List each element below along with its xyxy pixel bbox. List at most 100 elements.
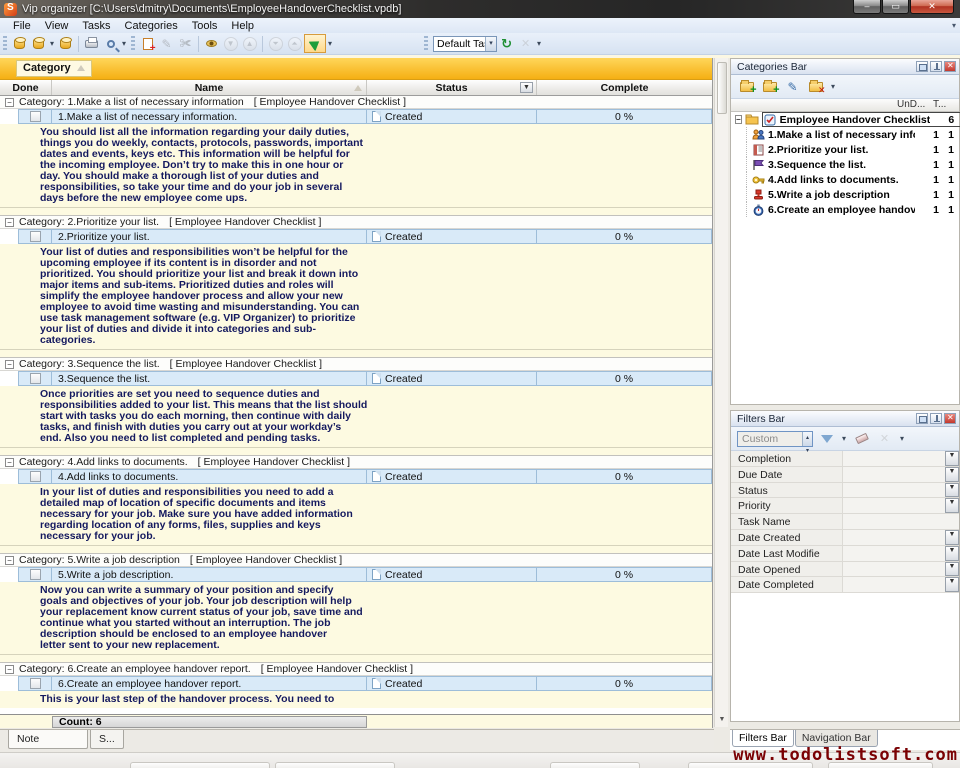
move-down-button[interactable]: ▼ — [221, 35, 240, 53]
show-completed-button[interactable] — [202, 35, 221, 53]
column-total[interactable]: T... — [933, 99, 959, 111]
new-category-button[interactable] — [737, 78, 756, 96]
filter-value[interactable] — [843, 483, 945, 498]
filter-value[interactable] — [843, 546, 945, 561]
view-dropdown-icon[interactable]: ▾ — [535, 39, 543, 48]
task-row[interactable]: 1.Make a list of necessary information. … — [0, 109, 712, 124]
filter-dropdown-icon[interactable]: ▼ — [945, 530, 959, 545]
categories-toolbar-dropdown-icon[interactable]: ▾ — [829, 82, 837, 91]
group-header[interactable]: − Category: 3.Sequence the list. [ Emplo… — [0, 358, 712, 371]
group-by-chip[interactable]: Category — [16, 60, 92, 77]
filters-toolbar-dropdown-icon[interactable]: ▾ — [898, 434, 906, 443]
group-header[interactable]: − Category: 4.Add links to documents. [ … — [0, 456, 712, 469]
menu-file[interactable]: File — [6, 20, 38, 32]
minimize-button[interactable]: – — [853, 0, 881, 14]
apply-filter-dropdown-icon[interactable]: ▾ — [840, 434, 848, 443]
filter-dropdown-icon[interactable]: ▼ — [945, 498, 959, 513]
menu-tools[interactable]: Tools — [185, 20, 225, 32]
toolbar-grip[interactable] — [3, 36, 7, 52]
collapse-icon[interactable]: − — [5, 556, 14, 565]
menu-view[interactable]: View — [38, 20, 76, 32]
filter-dropdown-icon[interactable]: ▼ — [945, 562, 959, 577]
task-view-combobox[interactable]: Default Task V ▾ — [433, 36, 497, 52]
move-top-button[interactable]: ⏶ — [285, 35, 304, 53]
panel-window-icon[interactable] — [916, 61, 928, 72]
tree-item-6[interactable]: 6.Create an employee handove 1 1 — [731, 202, 959, 217]
tree-item-2[interactable]: 2.Prioritize your list. 1 1 — [731, 142, 959, 157]
tree-item-5[interactable]: 5.Write a job description 1 1 — [731, 187, 959, 202]
tree-item-1[interactable]: 1.Make a list of necessary info 1 1 — [731, 127, 959, 142]
task-row[interactable]: 5.Write a job description. Created 0 % — [0, 567, 712, 582]
task-checkbox[interactable] — [30, 569, 41, 580]
filter-preset-combobox[interactable]: Custom ▴▾ — [737, 431, 813, 447]
edit-task-button[interactable]: ✎ — [157, 35, 176, 53]
group-header[interactable]: − Category: 5.Write a job description [ … — [0, 554, 712, 567]
edit-category-button[interactable]: ✎ — [783, 78, 802, 96]
new-subcategory-button[interactable] — [760, 78, 779, 96]
filter-value[interactable] — [843, 514, 959, 529]
maximize-button[interactable]: ▭ — [882, 0, 909, 14]
save-database-button[interactable] — [56, 35, 75, 53]
tree-item-root[interactable]: − Employee Handover Checklist 6 6 — [731, 112, 959, 127]
open-database-dropdown-icon[interactable]: ▾ — [48, 39, 56, 48]
move-up-button[interactable]: ▲ — [240, 35, 259, 53]
filter-dropdown-icon[interactable]: ▼ — [945, 467, 959, 482]
toolbar-grip[interactable] — [131, 36, 135, 52]
column-status[interactable]: Status▼ — [367, 80, 537, 95]
menu-help[interactable]: Help — [224, 20, 261, 32]
task-row[interactable]: 4.Add links to documents. Created 0 % — [0, 469, 712, 484]
delete-task-button[interactable]: ✀ — [176, 35, 195, 53]
panel-pin-icon[interactable] — [930, 61, 942, 72]
tree-item-3[interactable]: 3.Sequence the list. 1 1 — [731, 157, 959, 172]
tree-item-4[interactable]: 4.Add links to documents. 1 1 — [731, 172, 959, 187]
scrollbar-thumb[interactable] — [717, 62, 727, 114]
column-complete[interactable]: Complete — [537, 80, 712, 95]
print-dropdown-icon[interactable]: ▾ — [120, 39, 128, 48]
panel-close-icon[interactable] — [944, 61, 956, 72]
collapse-icon[interactable]: − — [5, 665, 14, 674]
toolbar-grip[interactable] — [424, 36, 428, 52]
panel-close-icon[interactable] — [944, 413, 956, 424]
status-filter-dropdown[interactable]: ▼ — [520, 82, 533, 93]
apply-filter-button[interactable] — [817, 430, 836, 448]
apply-view-button[interactable]: ↻ — [497, 35, 516, 53]
filter-value[interactable] — [843, 530, 945, 545]
menu-tasks[interactable]: Tasks — [75, 20, 117, 32]
group-header[interactable]: − Category: 6.Create an employee handove… — [0, 663, 712, 676]
group-header[interactable]: − Category: 1.Make a list of necessary i… — [0, 96, 712, 109]
filter-value[interactable] — [843, 451, 945, 466]
task-checkbox[interactable] — [30, 231, 41, 242]
filter-value[interactable] — [843, 577, 945, 592]
new-database-button[interactable] — [10, 35, 29, 53]
filter-value[interactable] — [843, 467, 945, 482]
column-name[interactable]: Name — [52, 80, 367, 95]
task-row[interactable]: 3.Sequence the list. Created 0 % — [0, 371, 712, 386]
task-checkbox[interactable] — [30, 678, 41, 689]
column-done[interactable]: Done — [0, 80, 52, 95]
move-bottom-button[interactable]: ⏷ — [266, 35, 285, 53]
menu-categories[interactable]: Categories — [118, 20, 185, 32]
collapse-icon[interactable]: − — [5, 98, 14, 107]
close-button[interactable]: ✕ — [910, 0, 954, 14]
panel-window-icon[interactable] — [916, 413, 928, 424]
filter-preset-spinner[interactable]: ▴▾ — [802, 432, 812, 446]
filter-dropdown-icon[interactable]: ▼ — [945, 483, 959, 498]
collapse-icon[interactable]: − — [5, 458, 14, 467]
task-row[interactable]: 2.Prioritize your list. Created 0 % — [0, 229, 712, 244]
scroll-down-icon[interactable]: ▼ — [716, 713, 728, 726]
panel-pin-icon[interactable] — [930, 413, 942, 424]
filter-dropdown-icon[interactable]: ▼ — [945, 546, 959, 561]
print-preview-button[interactable] — [101, 35, 120, 53]
task-checkbox[interactable] — [30, 373, 41, 384]
menu-overflow-chevron[interactable]: ▾ — [952, 21, 956, 30]
task-checkbox[interactable] — [30, 111, 41, 122]
task-checkbox[interactable] — [30, 471, 41, 482]
delete-category-button[interactable] — [806, 78, 825, 96]
group-header[interactable]: − Category: 2.Prioritize your list. [ Em… — [0, 216, 712, 229]
filter-value[interactable] — [843, 498, 945, 513]
filter-dropdown-icon[interactable]: ▼ — [945, 577, 959, 592]
grid-vertical-scrollbar[interactable]: ▼ — [714, 58, 728, 727]
print-button[interactable] — [82, 35, 101, 53]
collapse-icon[interactable]: − — [5, 360, 14, 369]
column-undone[interactable]: UnD... — [897, 99, 933, 111]
